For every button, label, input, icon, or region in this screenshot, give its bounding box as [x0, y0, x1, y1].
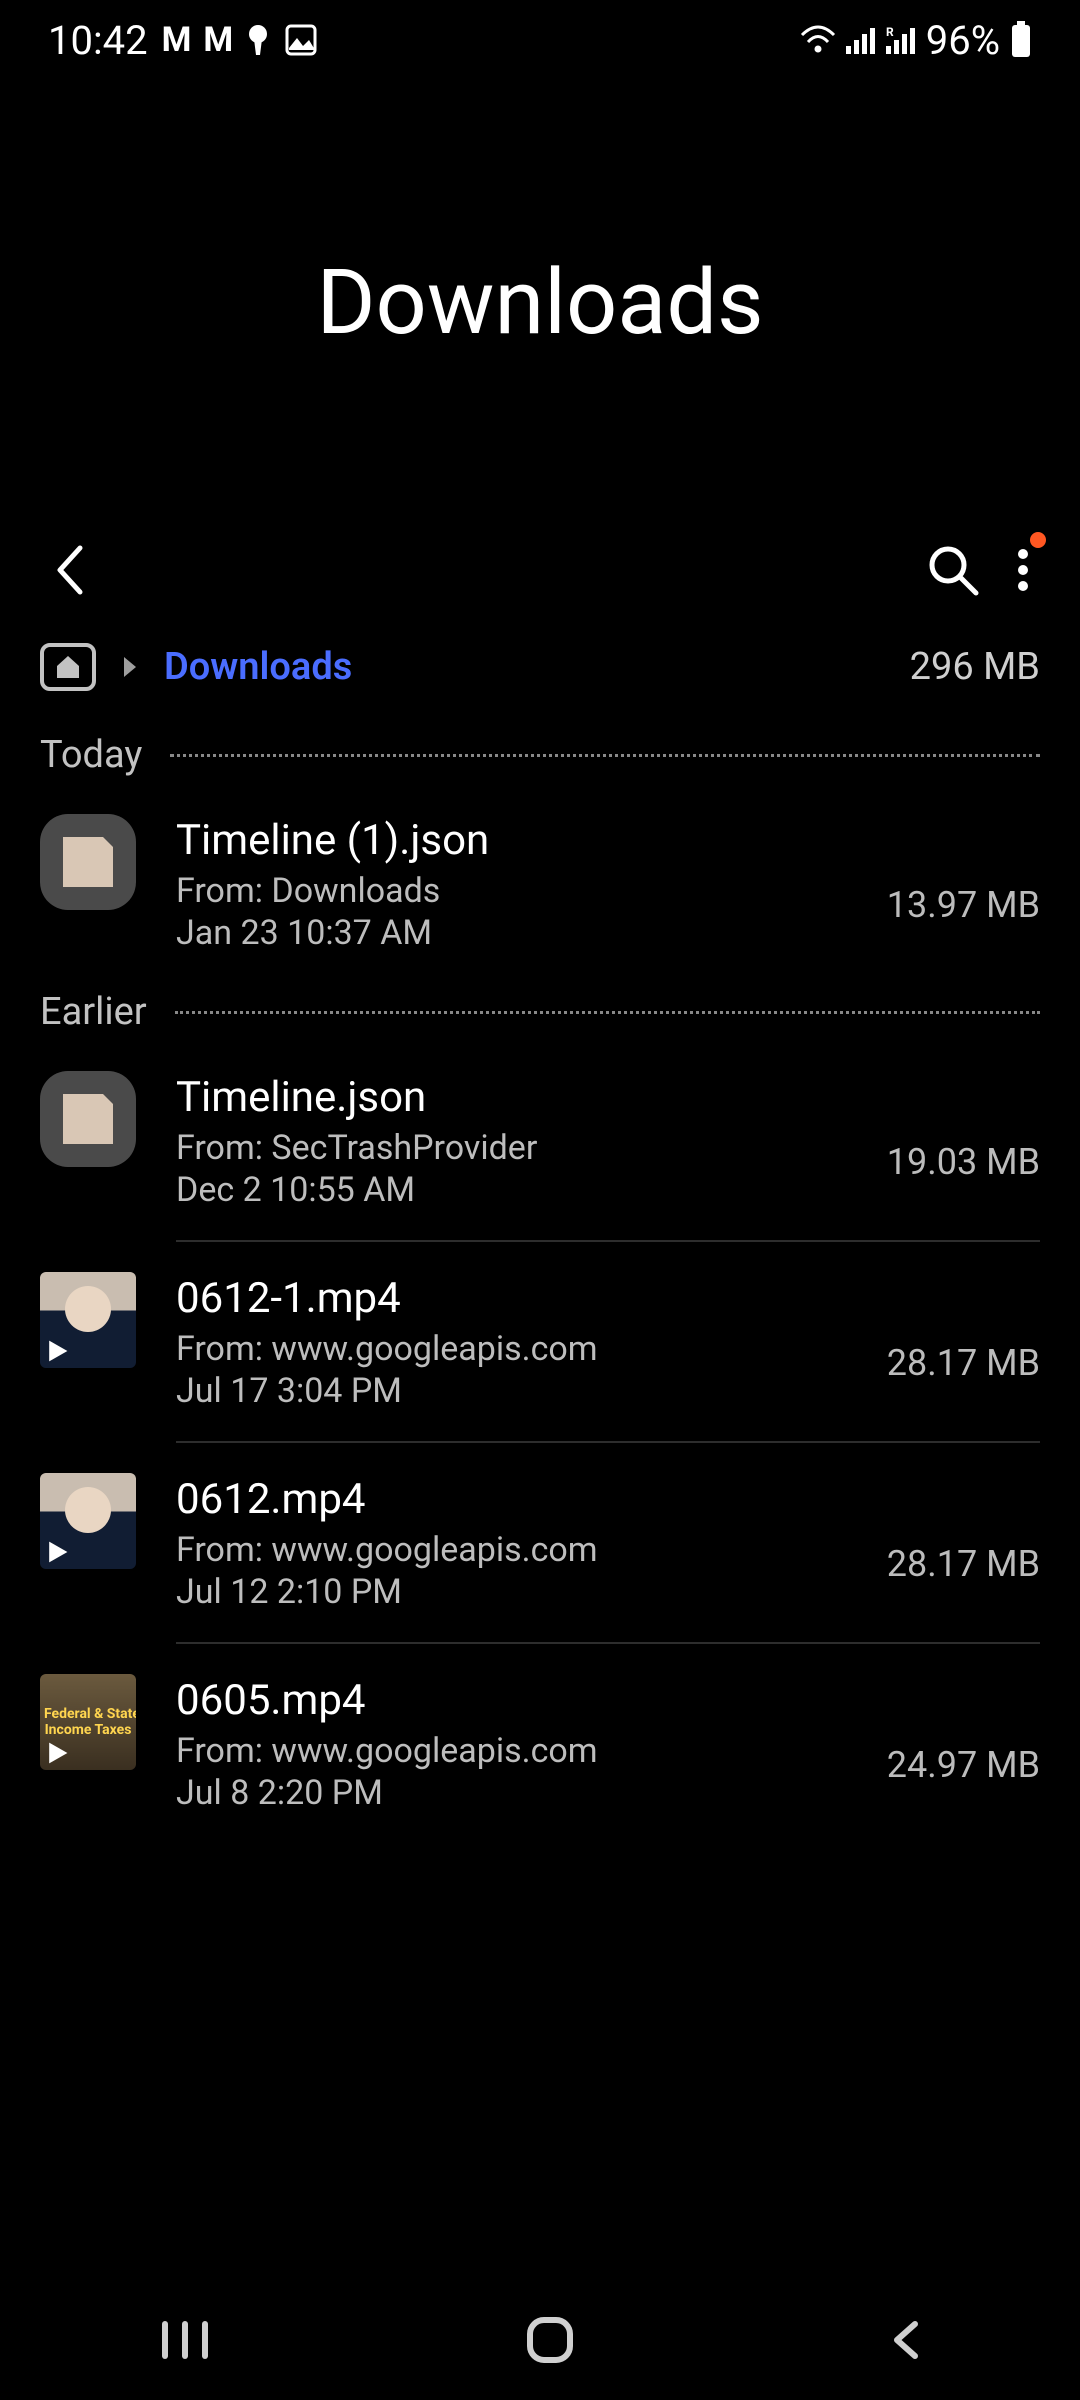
file-source: From: www.googleapis.com: [176, 1731, 847, 1771]
signal-icon: [846, 26, 876, 54]
file-info: 0605.mp4 From: www.googleapis.comJul 8 2:…: [176, 1674, 847, 1813]
battery-icon: [1010, 21, 1032, 59]
play-icon: [44, 1740, 70, 1766]
file-source: From: SecTrashProvider: [176, 1128, 847, 1168]
file-date: Dec 2 10:55 AM: [176, 1170, 847, 1210]
picture-icon: [285, 24, 317, 56]
section-label: Earlier: [40, 990, 147, 1034]
nav-home-button[interactable]: [512, 2302, 588, 2378]
section-divider-icon: [170, 754, 1040, 757]
file-size-wrap: 13.97 MB: [887, 814, 1040, 926]
file-list: Today Timeline (1).json From: DownloadsJan…: [0, 720, 1080, 1837]
more-options-button[interactable]: [1006, 538, 1040, 602]
file-date: Jul 12 2:10 PM: [176, 1572, 847, 1612]
notification-dot-icon: [1030, 532, 1046, 548]
file-size: 28.17 MB: [887, 1543, 1040, 1585]
file-size: 13.97 MB: [887, 884, 1040, 926]
file-row[interactable]: Timeline.json From: SecTrashProviderDec 2…: [0, 1047, 1080, 1234]
file-name: Timeline.json: [176, 1073, 847, 1122]
toolbar: [0, 520, 1080, 620]
breadcrumb-separator-icon: [120, 654, 140, 680]
file-name: Timeline (1).json: [176, 816, 847, 865]
section-divider-icon: [175, 1011, 1040, 1014]
file-size: 19.03 MB: [887, 1141, 1040, 1183]
keyhole-icon: [245, 23, 271, 57]
file-date: Jan 23 10:37 AM: [176, 913, 847, 953]
section-label: Today: [40, 733, 142, 777]
file-size: 28.17 MB: [887, 1342, 1040, 1384]
breadcrumb: Downloads 296 MB: [0, 622, 1080, 712]
video-thumbnail-icon: [40, 1473, 136, 1569]
video-thumbnail-icon: [40, 1272, 136, 1368]
file-date: Jul 17 3:04 PM: [176, 1371, 847, 1411]
file-row[interactable]: 0612.mp4 From: www.googleapis.comJul 12 2…: [0, 1449, 1080, 1636]
file-size-wrap: 28.17 MB: [887, 1272, 1040, 1384]
battery-text: 96%: [926, 17, 1000, 64]
file-name: 0605.mp4: [176, 1676, 847, 1725]
row-divider: [176, 1441, 1040, 1443]
file-name: 0612.mp4: [176, 1475, 847, 1524]
file-name: 0612-1.mp4: [176, 1274, 847, 1323]
search-button[interactable]: [916, 533, 990, 607]
nav-back-button[interactable]: [873, 2304, 937, 2376]
mail-icon: M: [162, 20, 190, 60]
status-left: 10:42 M M: [48, 17, 317, 64]
file-info: Timeline (1).json From: DownloadsJan 23 1…: [176, 814, 847, 953]
play-icon: [44, 1539, 70, 1565]
nav-recents-button[interactable]: [143, 2304, 227, 2376]
mail-icon: M: [203, 20, 231, 60]
video-thumbnail-icon: [40, 1674, 136, 1770]
file-size-wrap: 28.17 MB: [887, 1473, 1040, 1585]
file-source: From: www.googleapis.com: [176, 1329, 847, 1369]
file-info: 0612.mp4 From: www.googleapis.comJul 12 2…: [176, 1473, 847, 1612]
file-date: Jul 8 2:20 PM: [176, 1773, 847, 1813]
file-thumbnail-icon: [40, 1071, 136, 1167]
file-row[interactable]: 0612-1.mp4 From: www.googleapis.comJul 17…: [0, 1248, 1080, 1435]
breadcrumb-current[interactable]: Downloads: [164, 645, 352, 689]
section-header: Today: [0, 720, 1080, 790]
status-clock: 10:42: [48, 17, 148, 64]
back-button[interactable]: [40, 532, 100, 608]
breadcrumb-home-button[interactable]: [40, 643, 96, 691]
status-bar: 10:42 M M R 96%: [0, 0, 1080, 80]
file-source: From: www.googleapis.com: [176, 1530, 847, 1570]
file-size: 24.97 MB: [887, 1744, 1040, 1786]
section-header: Earlier: [0, 977, 1080, 1047]
system-nav-bar: [0, 2280, 1080, 2400]
wifi-icon: [800, 25, 836, 55]
row-divider: [176, 1642, 1040, 1644]
row-divider: [176, 1240, 1040, 1242]
file-info: 0612-1.mp4 From: www.googleapis.comJul 17…: [176, 1272, 847, 1411]
file-thumbnail-icon: [40, 814, 136, 910]
page-title: Downloads: [0, 250, 1080, 355]
file-size-wrap: 24.97 MB: [887, 1674, 1040, 1786]
play-icon: [44, 1338, 70, 1364]
file-info: Timeline.json From: SecTrashProviderDec 2…: [176, 1071, 847, 1210]
status-right: R 96%: [800, 17, 1032, 64]
file-row[interactable]: Timeline (1).json From: DownloadsJan 23 1…: [0, 790, 1080, 977]
file-source: From: Downloads: [176, 871, 847, 911]
svg-text:R: R: [886, 26, 894, 39]
file-size-wrap: 19.03 MB: [887, 1071, 1040, 1183]
signal-roaming-icon: R: [886, 26, 916, 54]
total-size-label: 296 MB: [910, 645, 1040, 689]
file-row[interactable]: 0605.mp4 From: www.googleapis.comJul 8 2:…: [0, 1650, 1080, 1837]
